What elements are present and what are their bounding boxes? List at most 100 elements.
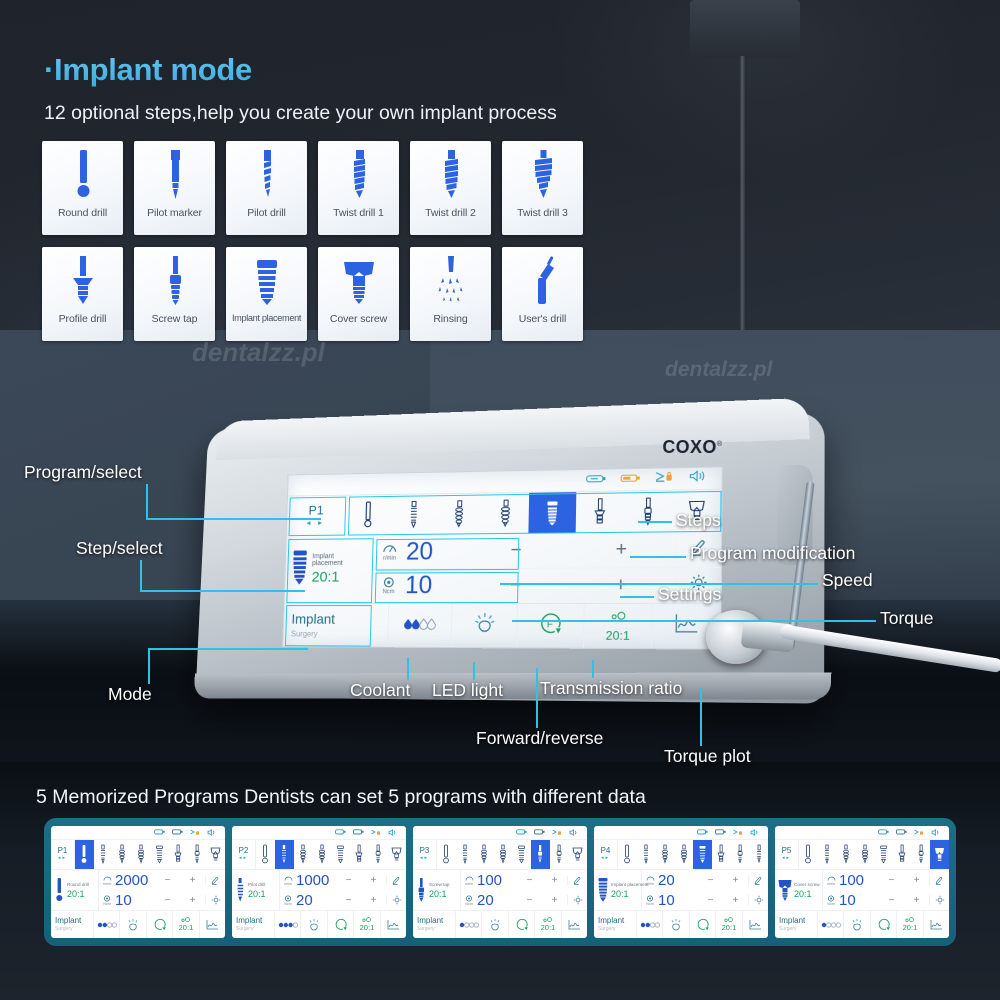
step-tile-profile-drill[interactable]: Profile drill <box>42 247 123 341</box>
mini-step-strip[interactable] <box>256 840 406 869</box>
mini-step-1-active[interactable] <box>75 840 94 869</box>
mini-minus[interactable]: − <box>165 895 171 906</box>
mini-settings-button[interactable] <box>567 895 587 905</box>
mini-settings-button[interactable] <box>929 895 949 905</box>
mini-torque-adjust[interactable]: − + <box>336 895 386 906</box>
mini-plus[interactable]: + <box>552 875 558 886</box>
torque-plus-button[interactable]: + <box>615 574 627 596</box>
step-tile-cover-screw[interactable]: Cover screw <box>318 247 399 341</box>
mini-step-2[interactable] <box>456 840 475 869</box>
torque-adjust[interactable]: − + <box>464 574 675 597</box>
mini-settings-button[interactable] <box>748 895 768 905</box>
led-light-button[interactable] <box>452 604 518 648</box>
speed-plus-button[interactable]: + <box>615 539 627 561</box>
mini-step-7[interactable] <box>731 840 750 869</box>
step-button-4[interactable] <box>482 493 529 534</box>
mini-torque-adjust[interactable]: − + <box>155 895 205 906</box>
step-tile-twist-drill-3[interactable]: Twist drill 3 <box>502 141 583 235</box>
mini-forward-reverse-button[interactable] <box>328 911 354 938</box>
mini-speed-adjust[interactable]: − + <box>698 875 748 886</box>
step-tile-pilot-drill[interactable]: Pilot drill <box>226 141 307 235</box>
mini-step-6[interactable] <box>893 840 912 869</box>
mini-step-6[interactable] <box>350 840 369 869</box>
mini-torque-plot-button[interactable] <box>200 911 225 938</box>
mini-step-8[interactable] <box>749 840 768 869</box>
step-button-3[interactable] <box>436 493 483 534</box>
step-select-strip[interactable] <box>345 490 721 535</box>
mini-step-2-active[interactable] <box>275 840 294 869</box>
step-tile-users-drill[interactable]: User's drill <box>502 247 583 341</box>
mini-speed-adjust[interactable]: − + <box>879 875 929 886</box>
mini-torque-plot-button[interactable] <box>562 911 587 938</box>
mini-forward-reverse-button[interactable] <box>871 911 897 938</box>
mini-led-button[interactable] <box>301 911 327 938</box>
mini-program-select[interactable]: P4 ◂▸ <box>594 840 618 869</box>
mini-program-select[interactable]: P5 ◂▸ <box>775 840 799 869</box>
program-card-p3[interactable]: P3 ◂▸ Screw tap 20:1 r/min 100 − + Ncm 2… <box>413 826 587 938</box>
mini-mode-button[interactable]: Implant Surgery <box>413 911 456 938</box>
mini-step-4[interactable] <box>855 840 874 869</box>
mini-step-1[interactable] <box>437 840 456 869</box>
mini-step-6[interactable] <box>169 840 188 869</box>
mini-forward-reverse-button[interactable] <box>690 911 716 938</box>
mini-minus[interactable]: − <box>708 875 714 886</box>
current-step-indicator[interactable]: Implant placement 20:1 <box>285 536 374 603</box>
mini-step-8[interactable] <box>568 840 587 869</box>
mini-mode-button[interactable]: Implant Surgery <box>775 911 818 938</box>
program-card-p4[interactable]: P4 ◂▸ Implant placement 20:1 r/min 20 − … <box>594 826 768 938</box>
mini-edit-button[interactable] <box>567 876 587 885</box>
mini-step-7[interactable] <box>369 840 388 869</box>
mini-led-button[interactable] <box>663 911 689 938</box>
mini-program-select[interactable]: P3 ◂▸ <box>413 840 437 869</box>
mini-minus[interactable]: − <box>889 895 895 906</box>
mini-step-5-active[interactable] <box>693 840 712 869</box>
step-button-6[interactable] <box>576 491 624 532</box>
mini-mode-button[interactable]: Implant Surgery <box>594 911 637 938</box>
mini-torque-plot-button[interactable] <box>924 911 949 938</box>
mini-step-6-active[interactable] <box>531 840 550 869</box>
mini-speed-adjust[interactable]: − + <box>517 875 567 886</box>
program-card-p5[interactable]: P5 ◂▸ Cover screw 20:1 r/min 100 − + Ncm… <box>775 826 949 938</box>
mini-plus[interactable]: + <box>190 895 196 906</box>
mini-step-4[interactable] <box>312 840 331 869</box>
mini-step-8[interactable] <box>206 840 225 869</box>
mini-step-5[interactable] <box>874 840 893 869</box>
mini-step-2[interactable] <box>637 840 656 869</box>
mini-step-2[interactable] <box>818 840 837 869</box>
step-tile-implant-placement[interactable]: Implant placement <box>226 247 307 341</box>
mini-torque-plot-button[interactable] <box>743 911 768 938</box>
step-button-1[interactable] <box>345 495 391 535</box>
mini-plus[interactable]: + <box>733 895 739 906</box>
mini-settings-button[interactable] <box>386 895 406 905</box>
mini-step-3[interactable] <box>656 840 675 869</box>
mini-plus[interactable]: + <box>914 875 920 886</box>
mini-minus[interactable]: − <box>527 875 533 886</box>
mini-plus[interactable]: + <box>371 895 377 906</box>
step-button-7[interactable] <box>624 490 673 532</box>
mini-minus[interactable]: − <box>346 875 352 886</box>
mini-step-4[interactable] <box>674 840 693 869</box>
mini-plus[interactable]: + <box>914 895 920 906</box>
step-button-2[interactable] <box>390 494 436 534</box>
mini-step-6[interactable] <box>712 840 731 869</box>
mini-led-button[interactable] <box>482 911 508 938</box>
mini-plus[interactable]: + <box>733 875 739 886</box>
device-touchscreen[interactable]: P1 ◂ ▸ Implant placement 20:1 r/min 20 −… <box>282 466 723 649</box>
step-tile-screw-tap[interactable]: Screw tap <box>134 247 215 341</box>
mini-minus[interactable]: − <box>346 895 352 906</box>
step-button-5-active[interactable] <box>528 492 576 533</box>
mini-step-strip[interactable] <box>799 840 949 869</box>
mini-transmission-ratio-button[interactable]: 20:1 <box>897 911 923 938</box>
mini-step-strip[interactable] <box>437 840 587 869</box>
mini-transmission-ratio-button[interactable]: 20:1 <box>354 911 380 938</box>
mini-coolant-button[interactable] <box>818 911 844 938</box>
mini-step-4[interactable] <box>131 840 150 869</box>
mode-button[interactable]: Implant Surgery <box>283 604 389 647</box>
mini-program-select[interactable]: P1 ◂▸ <box>51 840 75 869</box>
step-tile-rinsing[interactable]: Rinsing <box>410 247 491 341</box>
mini-mode-button[interactable]: Implant Surgery <box>51 911 94 938</box>
mini-torque-adjust[interactable]: − + <box>698 895 748 906</box>
mini-torque-adjust[interactable]: − + <box>879 895 929 906</box>
mini-coolant-button[interactable] <box>275 911 301 938</box>
mini-minus[interactable]: − <box>708 895 714 906</box>
